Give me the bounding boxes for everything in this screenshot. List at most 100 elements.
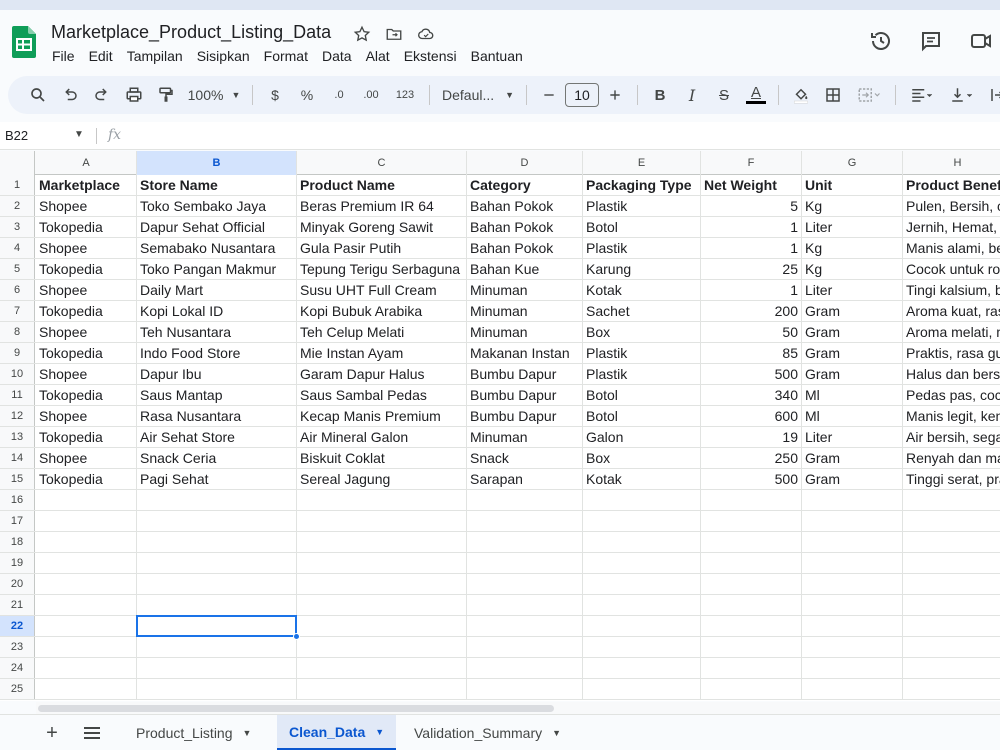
cell-e12[interactable]: Botol: [583, 406, 701, 426]
row-header[interactable]: 25: [0, 679, 35, 699]
row-header[interactable]: 12: [0, 406, 35, 426]
cell-d4[interactable]: Bahan Pokok: [467, 238, 583, 258]
cell-a12[interactable]: Shopee: [36, 406, 137, 426]
cell-f7[interactable]: 200: [701, 301, 802, 321]
increase-decimal-button[interactable]: .00: [355, 81, 387, 109]
decrease-decimal-button[interactable]: .0: [323, 81, 355, 109]
cell-b9[interactable]: Indo Food Store: [137, 343, 297, 363]
vertical-align-icon[interactable]: [942, 81, 982, 109]
search-menus-icon[interactable]: [22, 81, 54, 109]
cell-g20[interactable]: [802, 574, 903, 594]
cell-c25[interactable]: [297, 679, 467, 699]
cell-h25[interactable]: [903, 679, 1000, 699]
cell-g18[interactable]: [802, 532, 903, 552]
cell-f19[interactable]: [701, 553, 802, 573]
cell-d20[interactable]: [467, 574, 583, 594]
row-header[interactable]: 14: [0, 448, 35, 468]
meet-icon[interactable]: [968, 28, 994, 54]
cell-a3[interactable]: Tokopedia: [36, 217, 137, 237]
row-header[interactable]: 5: [0, 259, 35, 279]
cell-a15[interactable]: Tokopedia: [36, 469, 137, 489]
cell-e7[interactable]: Sachet: [583, 301, 701, 321]
cell-b8[interactable]: Teh Nusantara: [137, 322, 297, 342]
cell-c22[interactable]: [297, 616, 467, 636]
cell-h14[interactable]: Renyah dan ma: [903, 448, 1000, 468]
cell-b2[interactable]: Toko Sembako Jaya: [137, 196, 297, 216]
menu-file[interactable]: File: [45, 48, 82, 64]
cell-c18[interactable]: [297, 532, 467, 552]
cell-f17[interactable]: [701, 511, 802, 531]
cell-h1[interactable]: Product Benefi: [903, 175, 1000, 195]
cell-e14[interactable]: Box: [583, 448, 701, 468]
chevron-down-icon[interactable]: ▼: [375, 727, 384, 737]
cell-g2[interactable]: Kg: [802, 196, 903, 216]
row-header[interactable]: 6: [0, 280, 35, 300]
cell-a11[interactable]: Tokopedia: [36, 385, 137, 405]
cell-b22[interactable]: [137, 616, 297, 636]
cell-a7[interactable]: Tokopedia: [36, 301, 137, 321]
cell-b19[interactable]: [137, 553, 297, 573]
cell-b12[interactable]: Rasa Nusantara: [137, 406, 297, 426]
row-header[interactable]: 7: [0, 301, 35, 321]
cell-a14[interactable]: Shopee: [36, 448, 137, 468]
cell-h10[interactable]: Halus dan bersil: [903, 364, 1000, 384]
cell-c1[interactable]: Product Name: [297, 175, 467, 195]
menu-edit[interactable]: Edit: [82, 48, 120, 64]
cell-b4[interactable]: Semabako Nusantara: [137, 238, 297, 258]
cell-a19[interactable]: [36, 553, 137, 573]
cell-f5[interactable]: 25: [701, 259, 802, 279]
cell-g6[interactable]: Liter: [802, 280, 903, 300]
column-header-g[interactable]: G: [802, 151, 903, 175]
cell-b21[interactable]: [137, 595, 297, 615]
cell-f22[interactable]: [701, 616, 802, 636]
cell-g4[interactable]: Kg: [802, 238, 903, 258]
cell-b24[interactable]: [137, 658, 297, 678]
row-header[interactable]: 16: [0, 490, 35, 510]
cell-e9[interactable]: Plastik: [583, 343, 701, 363]
cell-h19[interactable]: [903, 553, 1000, 573]
cell-e6[interactable]: Kotak: [583, 280, 701, 300]
paint-format-icon[interactable]: [150, 81, 182, 109]
cell-c2[interactable]: Beras Premium IR 64: [297, 196, 467, 216]
cell-a23[interactable]: [36, 637, 137, 657]
cell-d22[interactable]: [467, 616, 583, 636]
cell-g25[interactable]: [802, 679, 903, 699]
redo-icon[interactable]: [86, 81, 118, 109]
borders-icon[interactable]: [817, 81, 849, 109]
cell-a1[interactable]: Marketplace: [36, 175, 137, 195]
cell-f15[interactable]: 500: [701, 469, 802, 489]
scrollbar-thumb[interactable]: [38, 705, 554, 712]
cell-h24[interactable]: [903, 658, 1000, 678]
menu-insert[interactable]: Sisipkan: [190, 48, 257, 64]
cell-g21[interactable]: [802, 595, 903, 615]
cell-e1[interactable]: Packaging Type: [583, 175, 701, 195]
cell-h23[interactable]: [903, 637, 1000, 657]
cell-h6[interactable]: Tingi kalsium, ba: [903, 280, 1000, 300]
cell-d19[interactable]: [467, 553, 583, 573]
cell-h7[interactable]: Aroma kuat, ras: [903, 301, 1000, 321]
all-sheets-icon[interactable]: [82, 723, 102, 743]
cell-d9[interactable]: Makanan Instan: [467, 343, 583, 363]
cell-h20[interactable]: [903, 574, 1000, 594]
row-header[interactable]: 3: [0, 217, 35, 237]
cell-c11[interactable]: Saus Sambal Pedas: [297, 385, 467, 405]
row-header[interactable]: 20: [0, 574, 35, 594]
cell-b14[interactable]: Snack Ceria: [137, 448, 297, 468]
cell-h22[interactable]: [903, 616, 1000, 636]
cell-h13[interactable]: Air bersih, segar: [903, 427, 1000, 447]
cell-e16[interactable]: [583, 490, 701, 510]
column-header-d[interactable]: D: [467, 151, 583, 175]
cell-d12[interactable]: Bumbu Dapur: [467, 406, 583, 426]
menu-view[interactable]: Tampilan: [120, 48, 190, 64]
star-icon[interactable]: [352, 24, 372, 44]
cell-d3[interactable]: Bahan Pokok: [467, 217, 583, 237]
cell-d24[interactable]: [467, 658, 583, 678]
cell-b17[interactable]: [137, 511, 297, 531]
cell-e8[interactable]: Box: [583, 322, 701, 342]
cell-e21[interactable]: [583, 595, 701, 615]
row-header[interactable]: 23: [0, 637, 35, 657]
row-header[interactable]: 4: [0, 238, 35, 258]
cell-f10[interactable]: 500: [701, 364, 802, 384]
comments-icon[interactable]: [918, 28, 944, 54]
cell-a10[interactable]: Shopee: [36, 364, 137, 384]
